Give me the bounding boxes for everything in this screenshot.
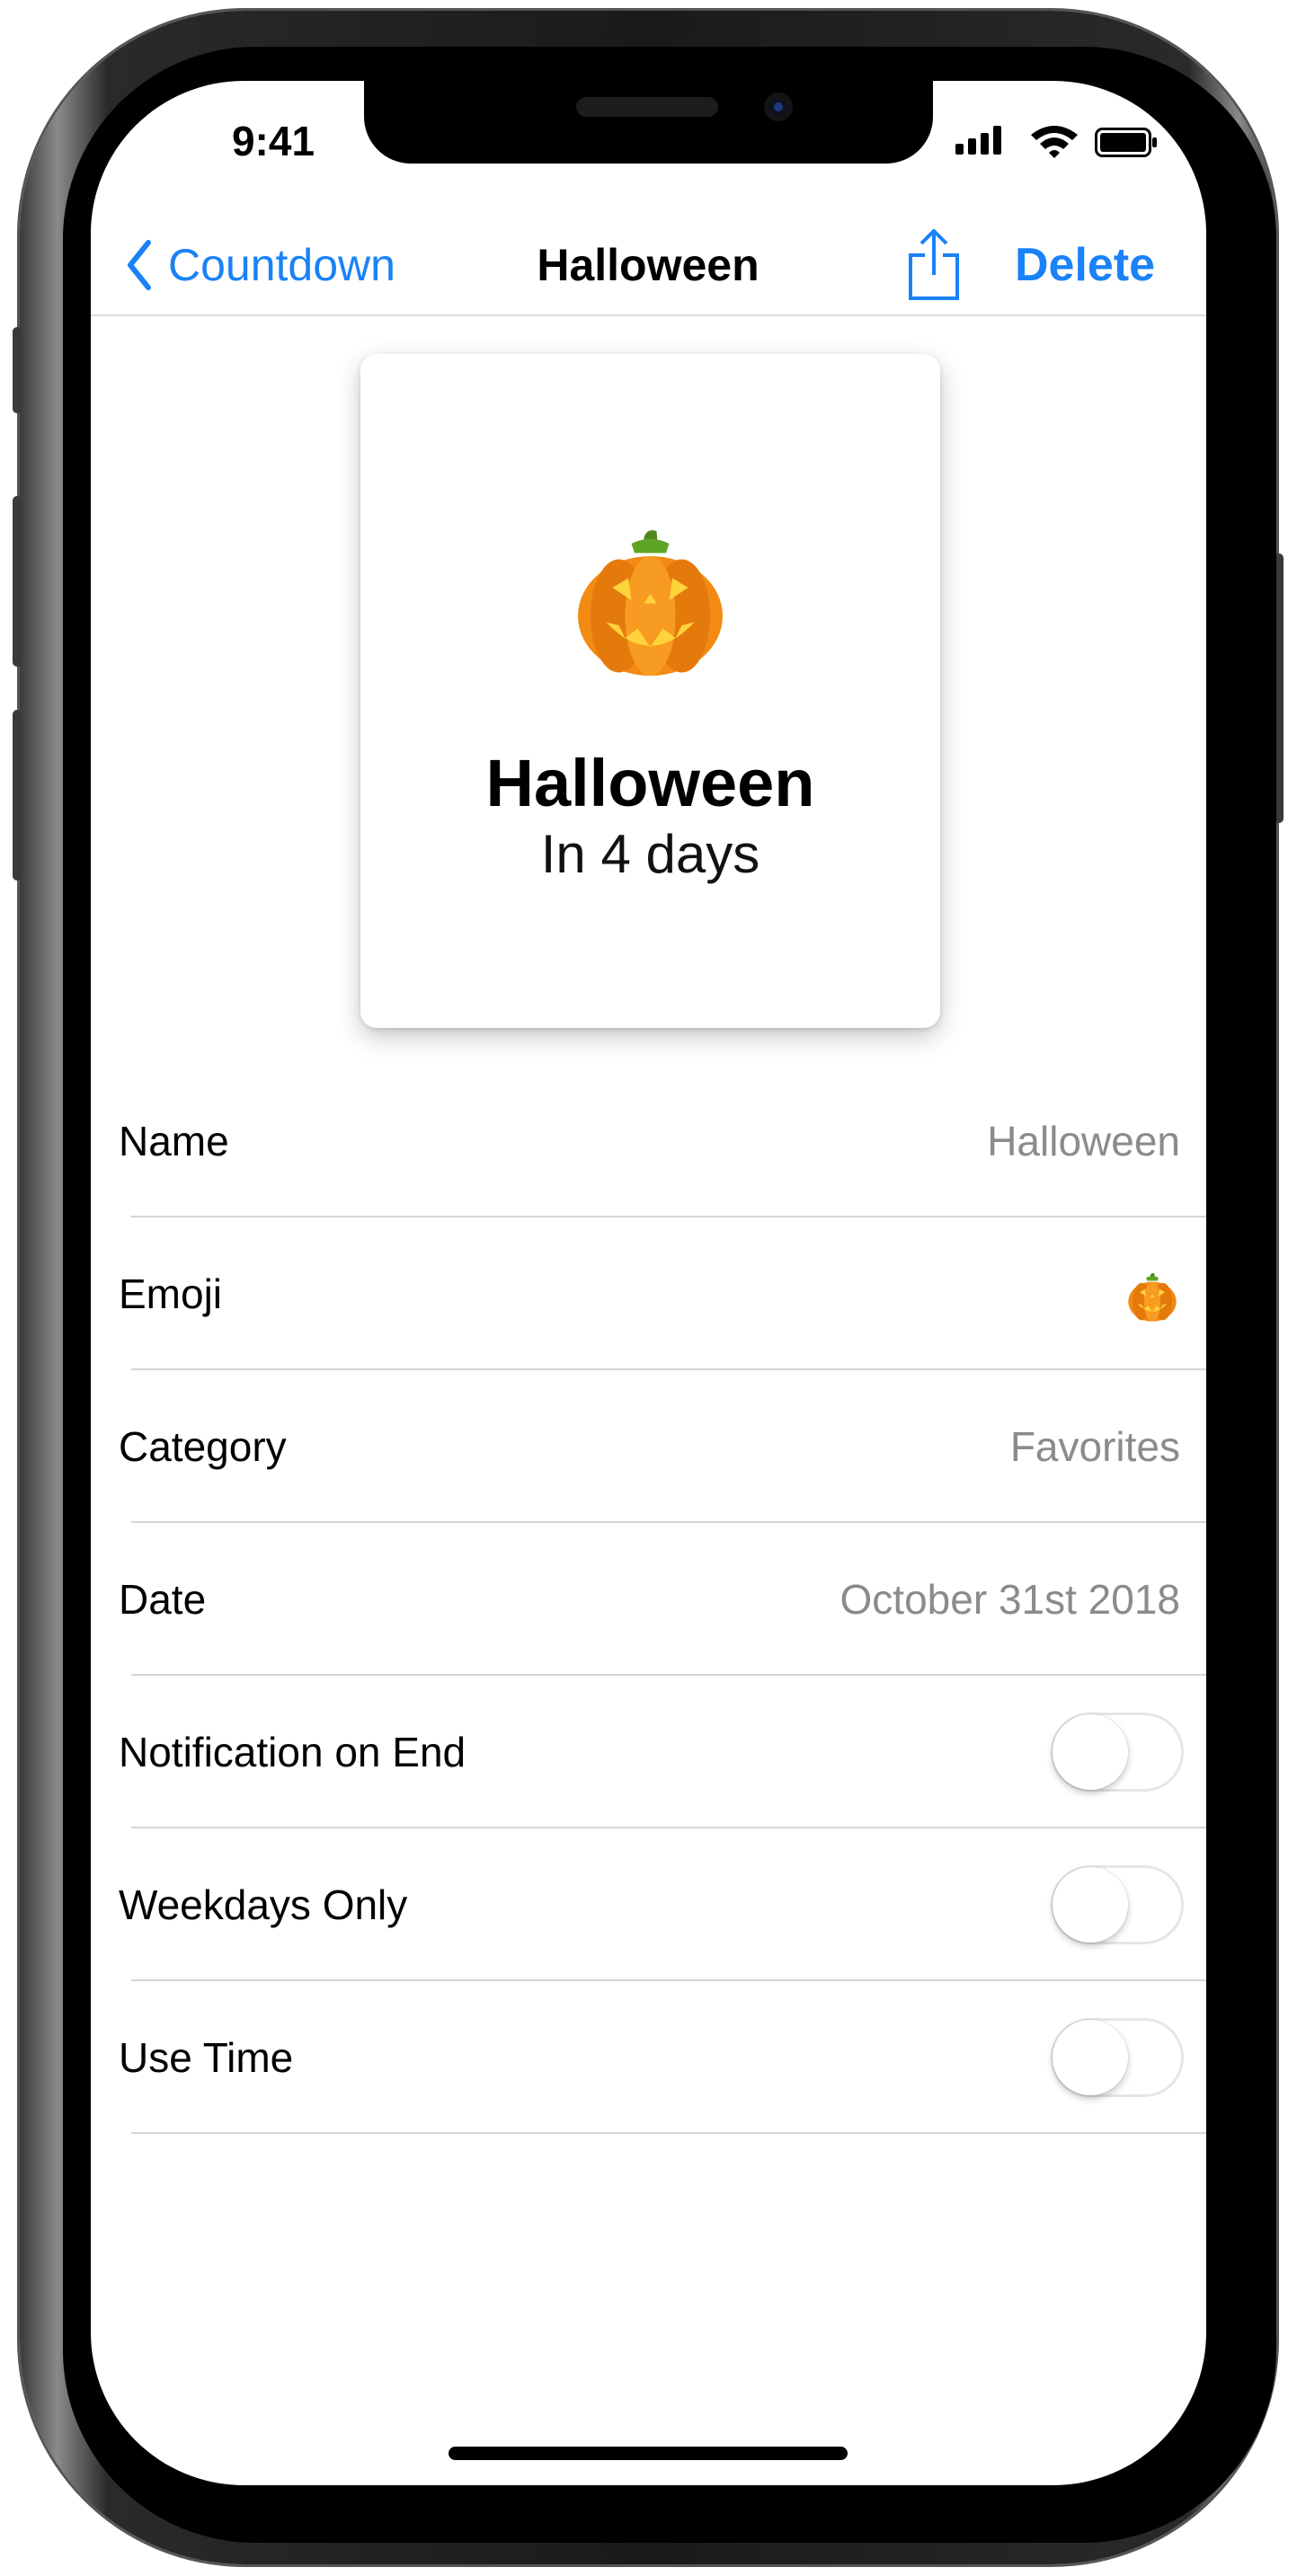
row-name[interactable]: Name Halloween xyxy=(91,1065,1206,1217)
toggle-knob xyxy=(1053,1714,1128,1790)
row-label: Weekdays Only xyxy=(119,1881,408,1928)
screen: 9:41 Countdown Halloween Delete Hallowee… xyxy=(91,81,1206,2485)
row-label: Category xyxy=(119,1423,287,1470)
row-separator xyxy=(131,2132,1206,2134)
row-notification-on-end: Notification on End xyxy=(91,1676,1206,1828)
toggle-knob xyxy=(1053,1867,1128,1943)
row-label: Use Time xyxy=(119,2034,294,2081)
row-label: Notification on End xyxy=(119,1729,466,1775)
delete-button[interactable]: Delete xyxy=(1015,216,1155,314)
notification-toggle[interactable] xyxy=(1051,1713,1184,1792)
volume-down-button xyxy=(13,710,22,881)
row-value: October 31st 2018 xyxy=(839,1576,1180,1623)
jack-o-lantern-icon xyxy=(1128,1272,1177,1322)
countdown-card: Halloween In 4 days xyxy=(360,354,940,1028)
row-label: Date xyxy=(119,1576,207,1623)
nav-title: Halloween xyxy=(537,240,760,290)
row-value xyxy=(1126,1217,1178,1370)
front-camera xyxy=(764,93,793,121)
weekdays-only-toggle[interactable] xyxy=(1051,1865,1184,1944)
jack-o-lantern-icon xyxy=(578,530,723,676)
row-label: Emoji xyxy=(119,1270,223,1317)
battery-icon xyxy=(1095,128,1157,157)
use-time-toggle[interactable] xyxy=(1051,2018,1184,2097)
back-button[interactable]: Countdown xyxy=(125,216,395,314)
row-use-time: Use Time xyxy=(91,1981,1206,2134)
share-icon[interactable] xyxy=(905,228,963,302)
notch xyxy=(364,81,933,164)
mute-switch xyxy=(13,327,22,413)
row-emoji[interactable]: Emoji xyxy=(91,1217,1206,1370)
navigation-bar: Countdown Halloween Delete xyxy=(91,216,1206,316)
volume-up-button xyxy=(13,496,22,667)
row-category[interactable]: Category Favorites xyxy=(91,1370,1206,1523)
toggle-knob xyxy=(1053,2020,1128,2095)
status-icons xyxy=(955,124,1162,160)
card-title: Halloween xyxy=(485,746,815,820)
status-time: 9:41 xyxy=(231,118,315,164)
card-subtitle: In 4 days xyxy=(540,824,760,884)
wifi-icon xyxy=(1031,126,1078,158)
speaker-grille xyxy=(576,97,718,117)
card-emoji xyxy=(360,525,940,713)
row-date[interactable]: Date October 31st 2018 xyxy=(91,1523,1206,1676)
row-label: Name xyxy=(119,1118,229,1164)
row-value: Favorites xyxy=(1009,1423,1180,1470)
row-value: Halloween xyxy=(987,1118,1180,1164)
row-weekdays-only: Weekdays Only xyxy=(91,1828,1206,1981)
chevron-left-icon xyxy=(128,240,151,290)
home-indicator[interactable] xyxy=(449,2447,848,2460)
back-label: Countdown xyxy=(168,240,395,290)
